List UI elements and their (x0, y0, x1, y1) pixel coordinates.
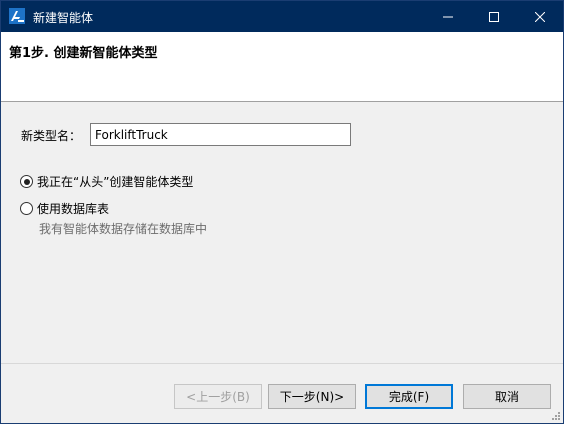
resize-grip-icon[interactable] (549, 409, 561, 421)
radio-use-database[interactable]: 使用数据库表 (20, 200, 109, 217)
radio-button-unchecked[interactable] (20, 202, 33, 215)
wizard-content: 新类型名： 我正在“从头”创建智能体类型 使用数据库表 我有智能体数据存储在数据… (1, 103, 563, 363)
close-button[interactable] (517, 1, 563, 32)
radio-use-database-label: 使用数据库表 (37, 202, 110, 216)
minimize-button[interactable] (425, 1, 471, 32)
step-title: 第1步. 创建新智能体类型 (9, 46, 158, 61)
minimize-icon (443, 16, 453, 17)
radio-from-scratch[interactable]: 我正在“从头”创建智能体类型 (20, 173, 193, 190)
anylogic-logo-icon (9, 8, 25, 24)
window-title: 新建智能体 (33, 11, 94, 25)
close-icon (535, 11, 545, 22)
next-button[interactable]: 下一步(N)> (268, 384, 356, 409)
maximize-button[interactable] (471, 1, 517, 32)
type-name-label: 新类型名： (21, 129, 82, 143)
title-bar[interactable]: 新建智能体 (1, 1, 563, 32)
maximize-icon (489, 11, 499, 22)
wizard-header: 第1步. 创建新智能体类型 (1, 32, 563, 102)
type-name-input[interactable] (90, 123, 351, 146)
radio-from-scratch-label: 我正在“从头”创建智能体类型 (37, 175, 194, 189)
wizard-footer: <上一步(B) 下一步(N)> 完成(F) 取消 (1, 363, 563, 423)
back-button[interactable]: <上一步(B) (174, 384, 262, 409)
radio-button-checked[interactable] (20, 175, 33, 188)
database-option-hint: 我有智能体数据存储在数据库中 (39, 222, 208, 236)
finish-button[interactable]: 完成(F) (365, 384, 453, 409)
new-agent-dialog: 新建智能体 第1步. 创建新智能体类型 新类型名： 我正在“从头”创建智能体类型 (0, 0, 564, 424)
cancel-button[interactable]: 取消 (463, 384, 551, 409)
